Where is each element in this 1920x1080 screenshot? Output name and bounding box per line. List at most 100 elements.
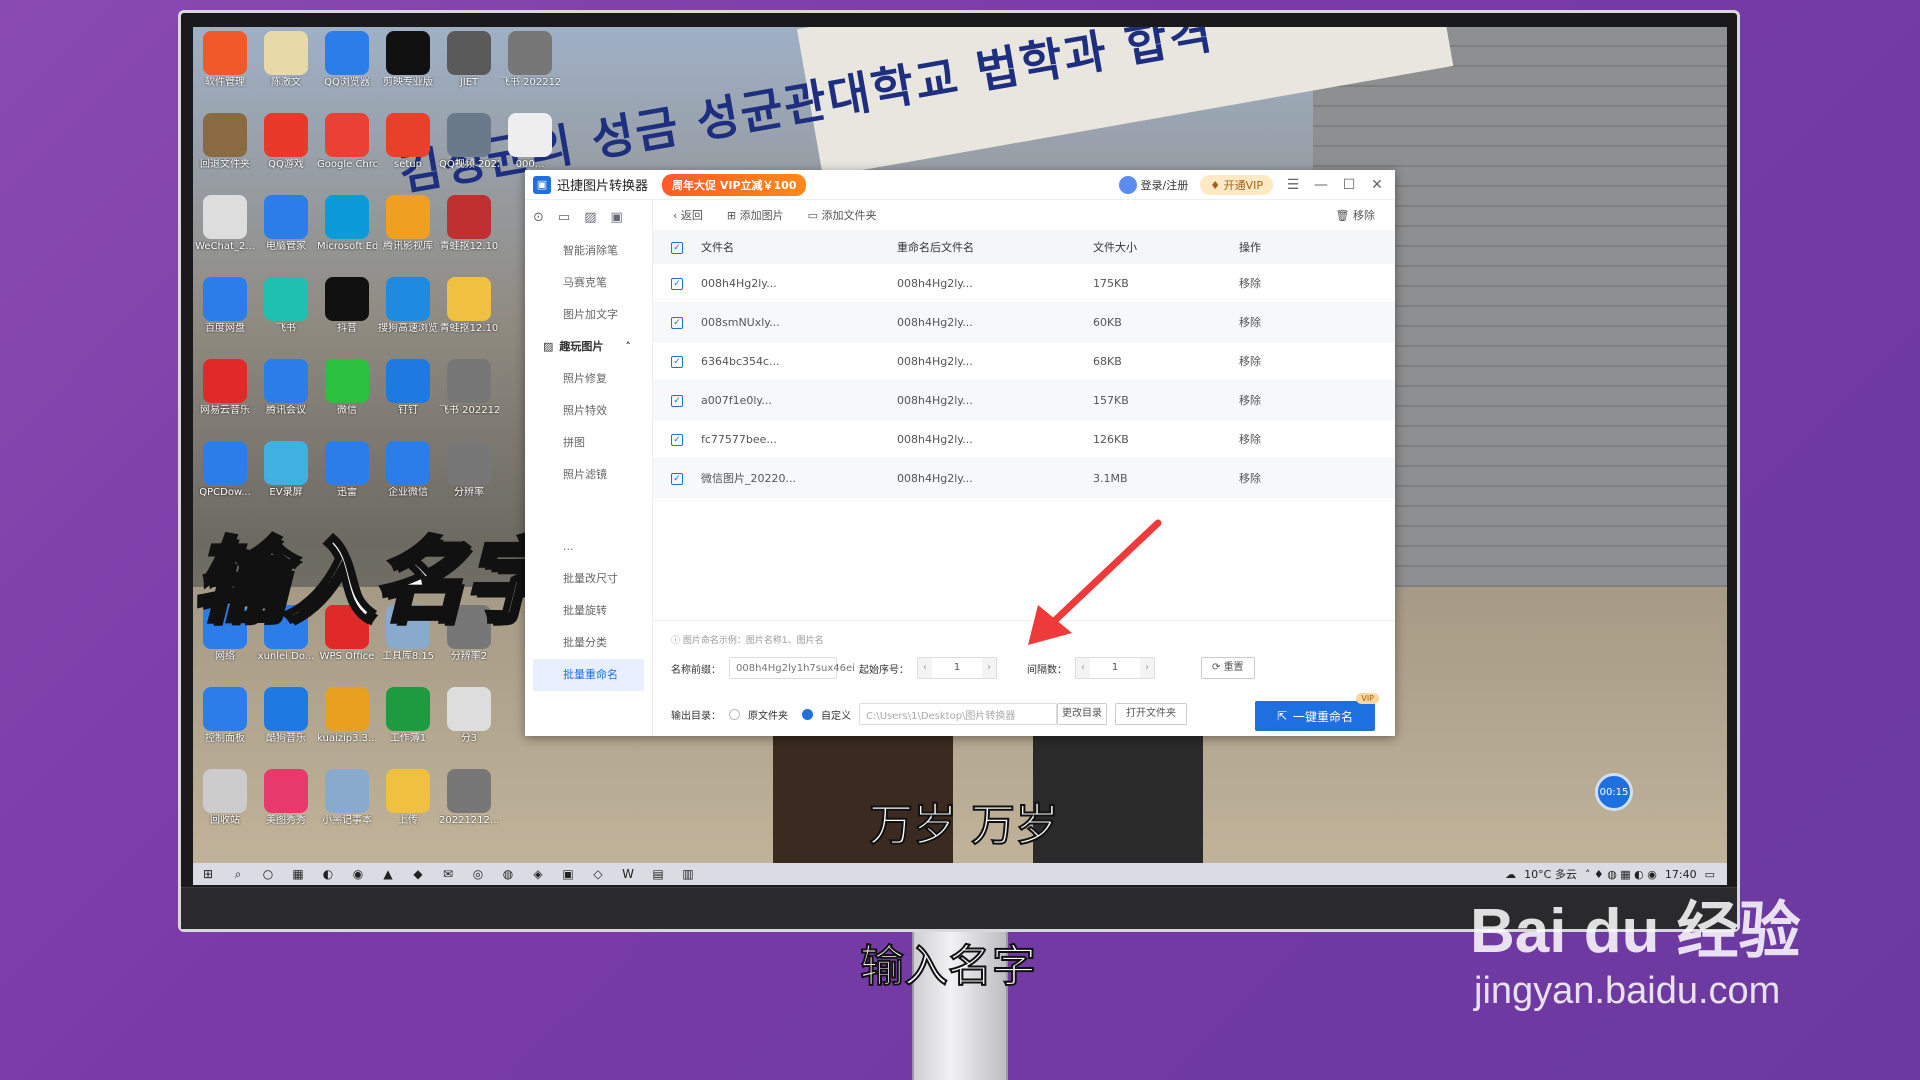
desktop-icon[interactable]: 上传 (378, 769, 438, 827)
taskbar-app-icon[interactable]: ▤ (649, 866, 667, 882)
desktop-icon[interactable]: setup (378, 113, 438, 171)
start-icon[interactable]: ⊞ (199, 866, 217, 882)
row-checkbox[interactable]: ✓ (671, 395, 683, 407)
taskbar-app-icon[interactable]: ▣ (559, 866, 577, 882)
sidebar-item-resize[interactable]: 批量改尺寸 (525, 563, 652, 595)
taskbar-app-icon[interactable]: ◉ (349, 866, 367, 882)
select-all-checkbox[interactable]: ✓ (671, 242, 683, 254)
start-stepper[interactable]: ‹ 1 › (917, 657, 997, 679)
desktop-icon[interactable]: Microsoft Edge (317, 195, 377, 253)
desktop-icon[interactable]: 20221212... (439, 769, 499, 827)
desktop-icon[interactable]: EV录屏 (256, 441, 316, 499)
sidebar-item-add-text[interactable]: 图片加文字 (525, 299, 652, 331)
sidebar-item-batch-rename[interactable]: 批量重命名 (533, 659, 644, 691)
menu-icon[interactable]: ☰ (1285, 177, 1301, 193)
row-remove-button[interactable]: 移除 (1239, 314, 1359, 330)
desktop-icon[interactable]: QQ视频 20221212... (439, 113, 499, 171)
desktop-icon[interactable]: 软件管理 (195, 31, 255, 89)
desktop-icon[interactable]: 剪映专业版 (378, 31, 438, 89)
desktop-icon[interactable]: 飞书 20221212... (439, 359, 499, 417)
sidebar-group-fun[interactable]: ▨ 趣玩图片 ˄ (525, 331, 652, 363)
output-path-field[interactable]: C:\Users\1\Desktop\图片转换器 (859, 703, 1057, 725)
increment-icon[interactable]: › (982, 658, 996, 678)
desktop-icon[interactable]: 陈激文 (256, 31, 316, 89)
desktop-icon[interactable]: 回收站 (195, 769, 255, 827)
desktop-icon[interactable]: 青蛙抠12.10 (439, 277, 499, 335)
desktop-icon[interactable]: 百度网盘 (195, 277, 255, 335)
desktop-icon[interactable]: Google Chrome (317, 113, 377, 171)
row-remove-button[interactable]: 移除 (1239, 353, 1359, 369)
custom-folder-radio[interactable] (802, 708, 813, 720)
sidebar-item-rotate[interactable]: 批量旋转 (525, 595, 652, 627)
desktop-icon[interactable]: 工作簿1 (378, 687, 438, 745)
desktop-icon[interactable]: 飞书 (256, 277, 316, 335)
desktop-icon[interactable]: WeChat_2... (195, 195, 255, 253)
row-checkbox[interactable]: ✓ (671, 317, 683, 329)
desktop-icon[interactable]: 飞书 20221212... (500, 31, 560, 89)
prefix-input[interactable]: 008h4Hg2ly1h7sux46ei (729, 657, 855, 679)
desktop-icon[interactable]: 钉钉 (378, 359, 438, 417)
table-row[interactable]: ✓ fc77577bee... 008h4Hg2ly... 126KB 移除 (653, 420, 1395, 459)
search-icon[interactable]: ⌕ (229, 866, 247, 882)
interval-value[interactable]: 1 (1090, 658, 1140, 678)
row-checkbox[interactable]: ✓ (671, 278, 683, 290)
table-row[interactable]: ✓ a007f1e0ly... 008h4Hg2ly... 157KB 移除 (653, 381, 1395, 420)
taskbar-app-icon[interactable]: ○ (259, 866, 277, 882)
taskbar-app-icon[interactable]: ▲ (379, 866, 397, 882)
desktop-icon[interactable]: QQ游戏 (256, 113, 316, 171)
add-folder-button[interactable]: ▭ 添加文件夹 (808, 207, 877, 223)
notification-icon[interactable]: ▭ (1705, 868, 1715, 881)
desktop-icon[interactable]: 000... (500, 113, 560, 171)
remove-all-button[interactable]: 🗑 移除 (1336, 207, 1375, 223)
format-tab-icon[interactable]: ⊙ (533, 210, 544, 225)
row-remove-button[interactable]: 移除 (1239, 431, 1359, 447)
row-remove-button[interactable]: 移除 (1239, 470, 1359, 486)
sidebar-item-filter[interactable]: 照片滤镜 (525, 459, 652, 491)
reset-button[interactable]: ⟳ 重置 (1201, 657, 1255, 679)
desktop-icon[interactable]: 抖音 (317, 277, 377, 335)
increment-icon[interactable]: › (1140, 658, 1154, 678)
desktop-icon[interactable]: 分3 (439, 687, 499, 745)
table-row[interactable]: ✓ 微信图片_20220... 008h4Hg2ly... 3.1MB 移除 (653, 459, 1395, 498)
desktop-icon[interactable]: 酷狗音乐 (256, 687, 316, 745)
open-vip-button[interactable]: ♦ 开通VIP (1200, 174, 1273, 195)
desktop-icon[interactable]: 电脑管家 (256, 195, 316, 253)
desktop-icon[interactable]: 网易云音乐 (195, 359, 255, 417)
tray-icons[interactable]: ˄ ♦ ◍ ▦ ◐ ◉ (1585, 868, 1657, 881)
batch-rename-button[interactable]: ⇱ 一键重命名 (1255, 701, 1375, 731)
taskbar-app-icon[interactable]: ◈ (529, 866, 547, 882)
row-remove-button[interactable]: 移除 (1239, 392, 1359, 408)
desktop-icon[interactable]: 迅雷 (317, 441, 377, 499)
batch-tab-icon[interactable]: ▣ (611, 210, 623, 225)
table-row[interactable]: ✓ 008h4Hg2ly... 008h4Hg2ly... 175KB 移除 (653, 264, 1395, 303)
row-remove-button[interactable]: 移除 (1239, 275, 1359, 291)
decrement-icon[interactable]: ‹ (918, 658, 932, 678)
taskbar-app-icon[interactable]: ▦ (289, 866, 307, 882)
desktop-icon[interactable]: 小黑记事本 (317, 769, 377, 827)
desktop-icon[interactable]: 腾讯会议 (256, 359, 316, 417)
change-dir-button[interactable]: 更改目录 (1057, 703, 1107, 725)
original-folder-radio[interactable] (729, 708, 740, 720)
taskbar-app-icon[interactable]: ◇ (589, 866, 607, 882)
interval-stepper[interactable]: ‹ 1 › (1075, 657, 1155, 679)
start-value[interactable]: 1 (932, 658, 982, 678)
desktop-icon[interactable]: QPCDow... (195, 441, 255, 499)
back-button[interactable]: ‹ 返回 (673, 207, 703, 223)
decrement-icon[interactable]: ‹ (1076, 658, 1090, 678)
taskbar-app-icon[interactable]: ◆ (409, 866, 427, 882)
sidebar-item-effects[interactable]: 照片特效 (525, 395, 652, 427)
promo-badge[interactable]: 周年大促 VIP立减￥100 (662, 173, 807, 196)
open-folder-button[interactable]: 打开文件夹 (1115, 703, 1187, 725)
login-button[interactable]: 登录/注册 (1118, 175, 1188, 194)
taskbar-app-icon[interactable]: ✉ (439, 866, 457, 882)
sidebar-item-hidden[interactable]: ... (525, 531, 652, 563)
taskbar-app-icon[interactable]: ◎ (469, 866, 487, 882)
taskbar-app-icon[interactable]: ◐ (319, 866, 337, 882)
row-checkbox[interactable]: ✓ (671, 356, 683, 368)
minimize-icon[interactable]: — (1313, 177, 1329, 193)
recording-timer[interactable]: 00:15 (1595, 773, 1633, 811)
taskbar-app-icon[interactable]: ▥ (679, 866, 697, 882)
desktop-icon[interactable]: 分辨率 (439, 441, 499, 499)
taskbar-app-icon[interactable]: ◍ (499, 866, 517, 882)
row-checkbox[interactable]: ✓ (671, 473, 683, 485)
